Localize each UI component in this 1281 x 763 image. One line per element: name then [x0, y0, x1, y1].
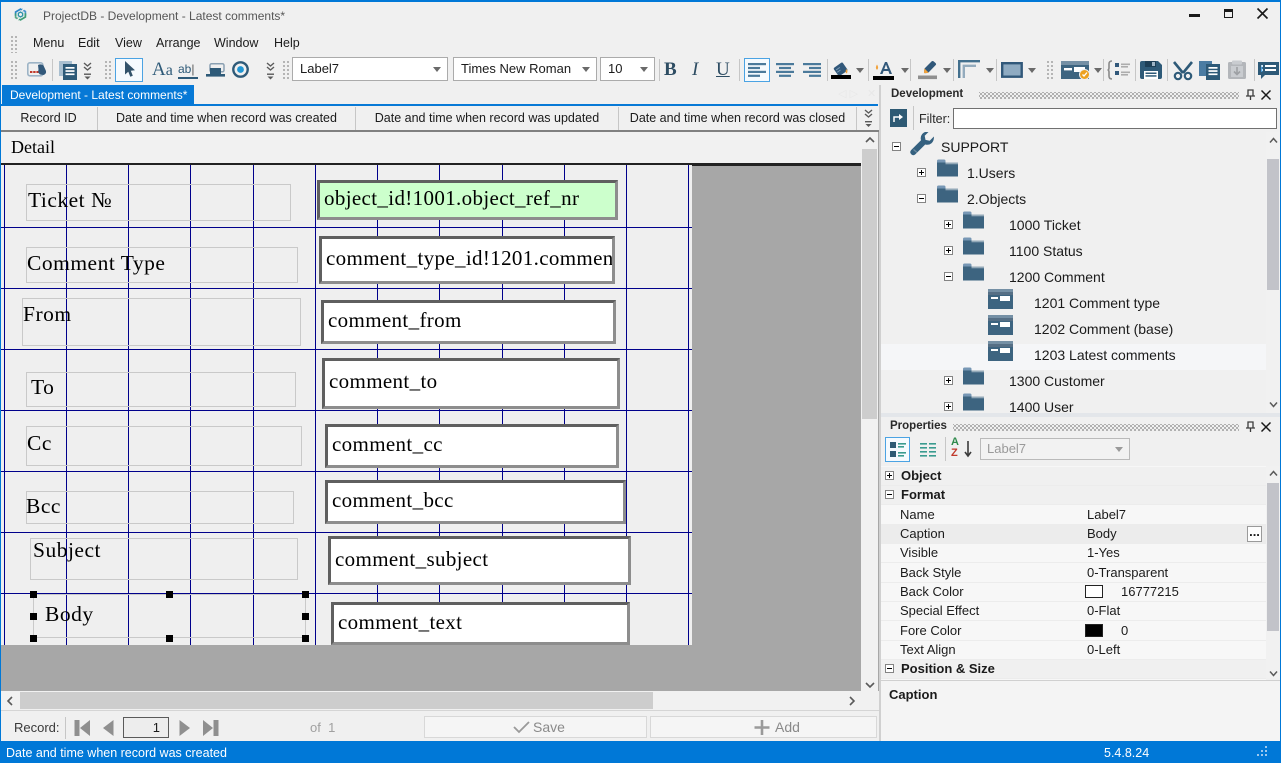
svg-text:i: i	[1261, 64, 1264, 74]
